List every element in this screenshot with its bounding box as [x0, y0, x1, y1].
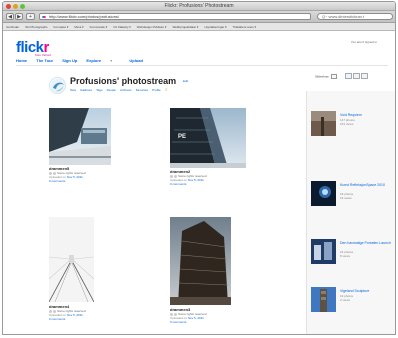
rss-icon[interactable]: ☰: [165, 88, 168, 92]
view-small-icon[interactable]: [345, 73, 352, 79]
bookmark-item[interactable]: Oc Flaketty ▾: [110, 23, 134, 30]
set-item[interactable]: Vigeland Sculpture 19 photos 2 views: [311, 287, 395, 319]
bookmark-item[interactable]: Tidslatters anos ▾: [230, 23, 259, 30]
nav-home[interactable]: Home: [16, 58, 27, 63]
bookmark-item[interactable]: Kompass ▾: [51, 23, 72, 30]
set-title[interactable]: Kunst RefleksjonSpace 2010: [340, 183, 395, 188]
set-item[interactable]: Void Requiem 147 photos 153 views: [311, 111, 395, 143]
uploaded-date-link[interactable]: Nov 5, 2011: [67, 313, 83, 317]
comments-link[interactable]: 0 comments: [170, 182, 186, 186]
photo-card: drammen5 Some rights reserved Uploaded o…: [49, 108, 119, 183]
svg-text:PE: PE: [178, 134, 186, 140]
flickr-page: flickr from Yahoo! You aren't signed in …: [3, 31, 395, 334]
nav-upload[interactable]: Upload: [129, 58, 143, 63]
set-thumbnail[interactable]: [311, 181, 336, 206]
set-thumbnail[interactable]: [311, 287, 336, 312]
forward-button[interactable]: ▶: [15, 13, 23, 20]
nav-tour[interactable]: The Tour: [36, 58, 53, 63]
nav-explore[interactable]: Explore ▾: [86, 58, 120, 63]
set-image-icon: [311, 287, 336, 312]
main-nav: Home The Tour Sign Up Explore ▾ Upload: [16, 58, 151, 63]
photo-image-icon: [49, 108, 111, 165]
chevron-down-icon: ▾: [110, 58, 113, 63]
signin-status[interactable]: You aren't signed in: [351, 40, 377, 44]
set-item[interactable]: Kunst RefleksjonSpace 2010 18 photos 19 …: [311, 181, 395, 213]
set-view-count: 153 views: [340, 122, 354, 126]
bookmark-item[interactable]: Mera ▾: [71, 23, 86, 30]
view-medium-icon[interactable]: [353, 73, 360, 79]
photo-thumbnail[interactable]: [49, 108, 111, 165]
comments-link[interactable]: 0 comments: [170, 320, 186, 324]
photo-card: drammen3 Some rights reserved Uploaded o…: [170, 217, 250, 329]
subnav-people[interactable]: People: [107, 88, 116, 92]
address-text: http://www.flickr.com/photos/profusions/: [49, 14, 120, 19]
view-switcher: [345, 73, 369, 80]
search-field[interactable]: Q~ www.dinterstickran.t: [317, 13, 393, 20]
uploaded-date-link[interactable]: Nov 5, 2011: [67, 175, 83, 179]
photo-card: drammen4 Some rights reserved Uploaded o…: [49, 217, 119, 329]
photo-image-icon: [49, 217, 94, 302]
set-image-icon: [311, 181, 336, 206]
nav-signup[interactable]: Sign Up: [62, 58, 77, 63]
set-view-count: 2 views: [340, 298, 351, 302]
browser-toolbar: ◀ ▶ + http://www.flickr.com/photos/profu…: [3, 11, 395, 23]
set-image-icon: [311, 239, 336, 264]
bookmark-item[interactable]: Iconfinder: [3, 23, 22, 30]
sets-sidebar: Void Requiem 147 photos 153 views Kunst …: [306, 91, 395, 334]
photostream-subnav: Sets Galleries Tags People Archives Favo…: [70, 87, 171, 92]
photo-thumbnail[interactable]: PE: [170, 108, 246, 168]
set-title[interactable]: Void Requiem: [340, 113, 395, 118]
bookmarks-bar: Iconfinder Stir Photographs Kompass ▾ Mera …: [3, 23, 395, 31]
nav-explore-label: Explore: [86, 58, 102, 63]
bookmark-item[interactable]: Stir Photographs: [22, 23, 50, 30]
photo-thumbnail[interactable]: [170, 217, 231, 305]
set-item[interactable]: Den havmatige Porselen Launch 23 photos …: [311, 239, 395, 271]
comments-link[interactable]: 0 comments: [49, 317, 65, 321]
slideshow-button[interactable]: Slideshow: [315, 74, 337, 79]
set-title[interactable]: Den havmatige Porselen Launch: [340, 241, 395, 246]
avatar-swirl-icon: [50, 78, 65, 93]
subnav-favorites[interactable]: Favorites: [136, 88, 148, 92]
subnav-sets[interactable]: Sets: [70, 88, 76, 92]
photo-image-icon: [170, 217, 231, 305]
comments-link[interactable]: 0 comments: [49, 179, 65, 183]
photo-card: PE drammen2 Some rights reserved Uploade…: [170, 108, 260, 186]
slideshow-label: Slideshow: [315, 74, 329, 79]
bookmark-item[interactable]: Webbprojektdatar ▾: [169, 23, 201, 30]
set-thumbnail[interactable]: [311, 239, 336, 264]
photo-thumbnail[interactable]: [49, 217, 94, 302]
avatar[interactable]: [49, 77, 66, 94]
from-yahoo-tagline: from Yahoo!: [35, 53, 52, 57]
title-bar: Flickr: Profusions' Photostream: [3, 2, 395, 11]
add-bookmark-button[interactable]: +: [26, 13, 35, 20]
bookmark-item[interactable]: Webdesign Publisier ▾: [134, 23, 170, 30]
uploaded-date-link[interactable]: Nov 5, 2011: [188, 316, 204, 320]
photo-image-icon: PE: [170, 108, 246, 168]
subnav-profile[interactable]: Profile: [152, 88, 161, 92]
browser-window: Flickr: Profusions' Photostream ◀ ▶ + ht…: [2, 1, 396, 335]
edit-link[interactable]: Edit: [183, 79, 188, 83]
set-image-icon: [311, 111, 336, 136]
bookmark-item[interactable]: Uppdatteringar ▾: [201, 23, 229, 30]
set-view-count: 8 views: [340, 254, 351, 258]
back-button[interactable]: ◀: [6, 13, 14, 20]
slideshow-icon: [330, 74, 337, 79]
nav-divider: [16, 65, 388, 66]
address-bar[interactable]: http://www.flickr.com/photos/profusions/: [39, 13, 311, 20]
subnav-galleries[interactable]: Galleries: [80, 88, 92, 92]
page-title: Profusions' photostream: [70, 76, 177, 86]
site-favicon-icon: [42, 16, 46, 18]
uploaded-date-link[interactable]: Nov 5, 2011: [188, 178, 204, 182]
subnav-archives[interactable]: Archives: [120, 88, 132, 92]
window-title: Flickr: Profusions' Photostream: [164, 3, 234, 9]
bookmark-item[interactable]: Kommande ▾: [87, 23, 111, 30]
set-title[interactable]: Vigeland Sculpture: [340, 289, 395, 294]
set-view-count: 19 views: [340, 196, 352, 200]
view-detail-icon[interactable]: [361, 73, 368, 79]
subnav-tags[interactable]: Tags: [96, 88, 102, 92]
set-thumbnail[interactable]: [311, 111, 336, 136]
